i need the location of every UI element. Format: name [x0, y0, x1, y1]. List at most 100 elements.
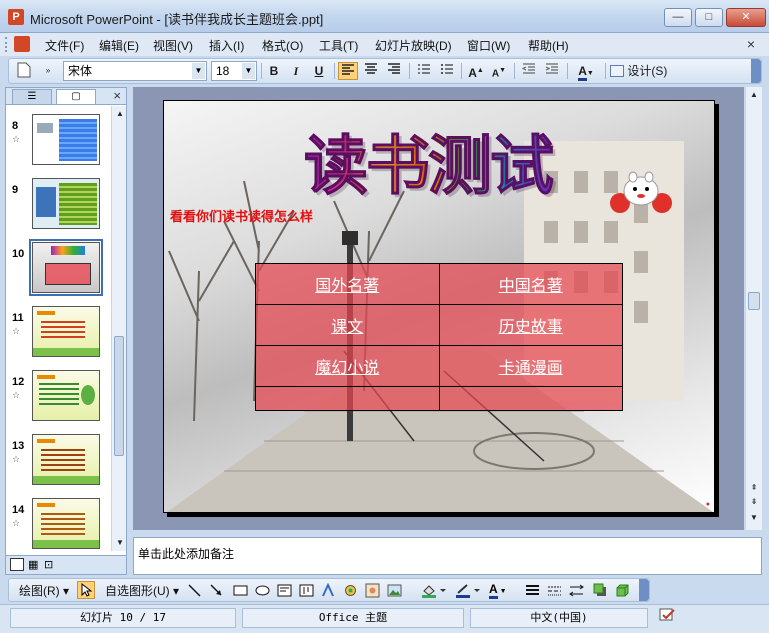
menu-window[interactable]: 窗口(W) — [467, 37, 510, 54]
close-document-button[interactable]: × — [747, 36, 755, 52]
slide-thumbnail[interactable] — [32, 178, 100, 229]
menu-slideshow[interactable]: 幻灯片放映(D) — [375, 37, 452, 54]
table-cell-link[interactable]: 国外名著 — [255, 263, 440, 305]
vertical-textbox-icon[interactable] — [299, 583, 314, 598]
animation-star-icon[interactable]: ☆ — [12, 454, 20, 465]
spell-check-icon[interactable] — [654, 608, 682, 628]
slide-thumb-row[interactable]: 12 ☆ — [6, 368, 112, 424]
select-pointer-icon[interactable] — [77, 581, 95, 599]
slide-title[interactable]: 读书测试 — [304, 115, 555, 207]
table-cell-link[interactable]: 卡通漫画 — [438, 345, 623, 387]
slide-thumb-row[interactable]: 13 ☆ — [6, 432, 112, 488]
notes-placeholder[interactable]: 单击此处添加备注 — [138, 545, 234, 562]
bullets-icon[interactable] — [437, 62, 457, 80]
chevron-down-icon[interactable]: ▼ — [242, 63, 255, 79]
slide-thumb-row[interactable]: 14 ☆ — [6, 496, 112, 551]
sorter-view-icon[interactable]: ▦ — [28, 558, 38, 571]
notes-pane[interactable]: 单击此处添加备注 — [133, 537, 762, 575]
close-panel-button[interactable]: × — [113, 88, 121, 103]
menu-tools[interactable]: 工具(T) — [319, 37, 358, 54]
font-size-select[interactable]: 18 ▼ — [211, 61, 257, 81]
table-cell-link[interactable]: 中国名著 — [438, 263, 623, 305]
slide-thumbnail[interactable] — [32, 370, 100, 421]
increase-indent-icon[interactable] — [542, 62, 562, 80]
scroll-down-icon[interactable]: ▼ — [114, 537, 126, 549]
line-style-icon[interactable] — [525, 583, 540, 598]
toolbar-options-icon[interactable]: » — [39, 62, 57, 80]
decrease-indent-icon[interactable] — [519, 62, 539, 80]
numbering-icon[interactable] — [414, 62, 434, 80]
arrow-style-icon[interactable] — [569, 583, 584, 598]
table-cell-link[interactable]: 历史故事 — [438, 304, 623, 346]
slide-scrollbar[interactable]: ▲ ⇞ ⇟ ▼ — [745, 87, 762, 530]
scrollbar-thumb[interactable] — [748, 292, 760, 310]
font-color-button[interactable]: A▼ — [572, 62, 600, 81]
slide-thumb-row[interactable]: 10 — [6, 239, 112, 296]
shadow-style-icon[interactable] — [593, 583, 608, 598]
tab-slides[interactable]: ▢ — [56, 89, 96, 104]
table-cell-empty[interactable] — [255, 386, 440, 411]
italic-button[interactable]: I — [287, 62, 305, 80]
3d-style-icon[interactable] — [615, 583, 630, 598]
menu-format[interactable]: 格式(O) — [262, 37, 303, 54]
slide-thumbnail[interactable] — [32, 306, 100, 357]
diagram-icon[interactable] — [343, 583, 358, 598]
tab-outline[interactable]: ☰ — [12, 89, 52, 104]
prev-slide-icon[interactable]: ⇞ — [748, 482, 760, 494]
current-slide[interactable]: 读书测试 看看你们读书读得怎么样 国外名著 中国名著 课文 历史故事 魔幻小说 … — [163, 100, 715, 513]
textbox-icon[interactable] — [277, 583, 292, 598]
rectangle-icon[interactable] — [233, 583, 248, 598]
dash-style-icon[interactable] — [547, 583, 562, 598]
table-cell-link[interactable]: 魔幻小说 — [255, 345, 440, 387]
menu-file[interactable]: 文件(F) — [45, 37, 84, 54]
increase-font-icon[interactable]: A▲ — [466, 62, 486, 80]
animation-star-icon[interactable]: ☆ — [12, 518, 20, 529]
maximize-button[interactable]: □ — [695, 8, 723, 27]
menu-insert[interactable]: 插入(I) — [209, 37, 244, 54]
bold-button[interactable]: B — [265, 62, 283, 80]
wordart-icon[interactable] — [321, 583, 336, 598]
thumbnail-scrollbar[interactable]: ▲ ▼ — [111, 106, 126, 551]
animation-star-icon[interactable]: ☆ — [12, 326, 20, 337]
minimize-button[interactable]: — — [664, 8, 692, 27]
menu-help[interactable]: 帮助(H) — [528, 37, 569, 54]
toolbar-grip-icon[interactable] — [5, 37, 9, 52]
line-color-button[interactable] — [455, 583, 481, 598]
slide-thumb-row[interactable]: 11 ☆ — [6, 304, 112, 360]
powerpoint-app-icon[interactable]: P — [8, 9, 24, 25]
oval-icon[interactable] — [255, 583, 270, 598]
table-cell-empty[interactable] — [438, 386, 623, 411]
menu-view[interactable]: 视图(V) — [153, 37, 193, 54]
animation-star-icon[interactable]: ☆ — [12, 134, 20, 145]
arrow-icon[interactable] — [209, 583, 224, 598]
slide-subtitle[interactable]: 看看你们读书读得怎么样 — [170, 206, 313, 225]
menu-edit[interactable]: 编辑(E) — [99, 37, 139, 54]
animation-star-icon[interactable]: ☆ — [12, 390, 20, 401]
draw-menu-button[interactable]: 绘图(R) ▾ — [19, 582, 69, 599]
autoshapes-menu-button[interactable]: 自选图形(U) ▾ — [105, 582, 179, 599]
drawbar-overflow-button[interactable] — [639, 579, 649, 601]
scrollbar-thumb[interactable] — [114, 336, 124, 456]
picture-icon[interactable] — [387, 583, 402, 598]
slide-thumbnail-selected[interactable] — [29, 239, 103, 296]
slideshow-view-icon[interactable]: ⊡ — [44, 558, 53, 571]
line-icon[interactable] — [187, 583, 202, 598]
fill-color-button[interactable] — [421, 583, 447, 598]
toolbar-overflow-button[interactable] — [751, 59, 761, 83]
align-left-button[interactable] — [338, 62, 358, 80]
decrease-font-icon[interactable]: A▼ — [489, 62, 509, 80]
underline-button[interactable]: U — [310, 62, 328, 80]
draw-font-color-button[interactable]: A ▼ — [489, 582, 515, 599]
slide-thumbnail[interactable] — [32, 498, 100, 549]
document-icon[interactable] — [14, 36, 30, 52]
clipart-icon[interactable] — [365, 583, 380, 598]
scroll-up-icon[interactable]: ▲ — [114, 108, 126, 120]
align-right-button[interactable] — [384, 62, 404, 80]
scroll-down-icon[interactable]: ▼ — [748, 512, 760, 524]
align-center-button[interactable] — [361, 62, 381, 80]
slide-thumb-row[interactable]: 9 — [6, 176, 112, 232]
next-slide-icon[interactable]: ⇟ — [748, 496, 760, 508]
table-cell-link[interactable]: 课文 — [255, 304, 440, 346]
slide-thumb-row[interactable]: 8 ☆ — [6, 112, 112, 168]
font-name-select[interactable]: 宋体 ▼ — [63, 61, 207, 81]
